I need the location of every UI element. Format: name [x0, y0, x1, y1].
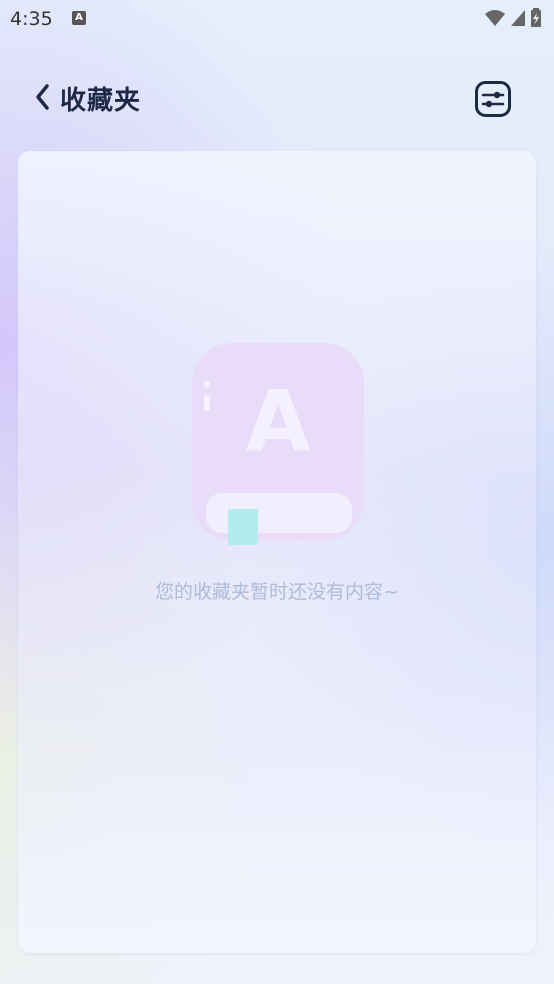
wifi-icon — [485, 10, 505, 26]
favorites-panel: A 您的收藏夹暂时还没有内容~ — [18, 151, 536, 953]
back-arrow-icon[interactable] — [32, 82, 54, 112]
filter-settings-icon[interactable] — [474, 80, 512, 118]
page-title: 收藏夹 — [60, 86, 142, 116]
status-time: 4:35 — [10, 8, 53, 30]
header: 收藏夹 — [0, 72, 554, 128]
app-notification-icon: A — [72, 11, 86, 25]
status-icons — [484, 8, 542, 28]
book-letter: A — [245, 372, 311, 470]
status-bar: 4:35 A — [0, 0, 554, 40]
battery-icon — [531, 8, 541, 27]
empty-message: 您的收藏夹暂时还没有内容~ — [155, 581, 399, 603]
cell-signal-icon — [511, 10, 525, 26]
